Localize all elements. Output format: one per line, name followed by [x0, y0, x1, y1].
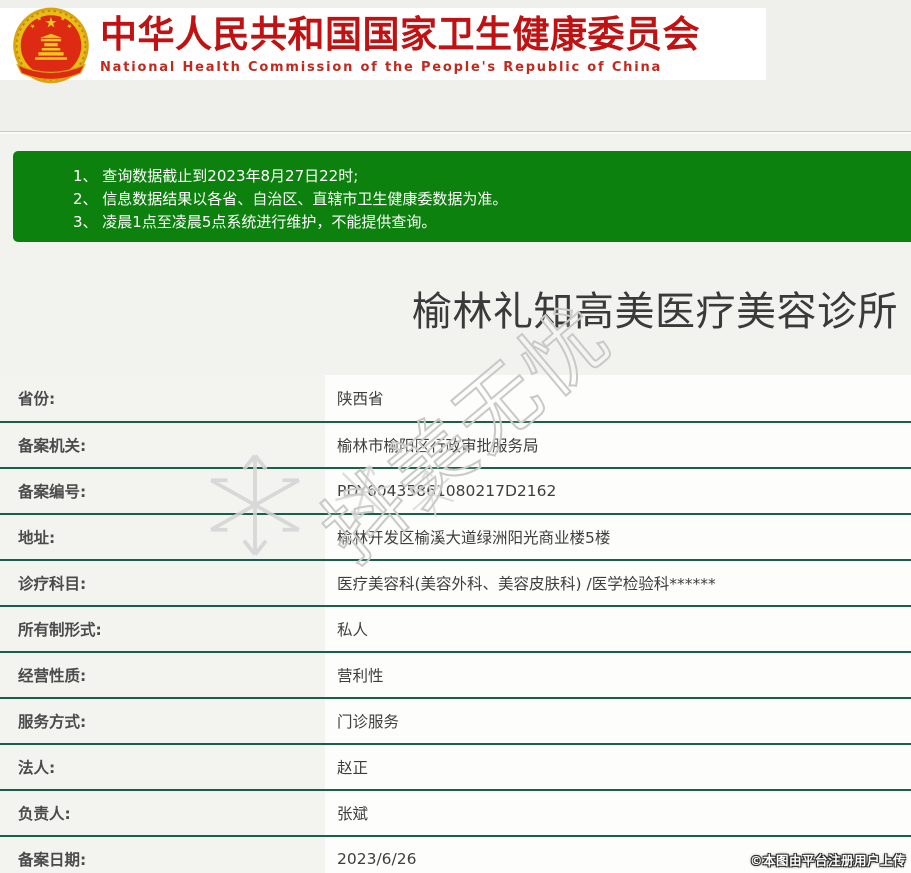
field-value: 营利性 — [325, 653, 911, 697]
notice-line-1: 1、 查询数据截止到2023年8月27日22时; — [73, 167, 359, 185]
upload-credit-label: ©本图由平台注册用户上传 — [749, 853, 906, 868]
notice-line-3: 3、 凌晨1点至凌晨5点系统进行维护，不能提供查询。 — [73, 213, 437, 231]
table-row: 地址: 榆林开发区榆溪大道绿洲阳光商业楼5楼 — [0, 513, 911, 559]
clinic-name-title: 榆林礼知高美医疗美容诊所 — [412, 289, 898, 335]
table-row: 所有制形式: 私人 — [0, 605, 911, 651]
field-label: 服务方式: — [0, 699, 325, 743]
field-label: 负责人: — [0, 791, 325, 835]
site-title-en: National Health Commission of the People… — [100, 60, 663, 75]
field-value: 陕西省 — [325, 375, 911, 421]
notice-line-2: 2、 信息数据结果以各省、自治区、直辖市卫生健康委数据为准。 — [73, 190, 508, 208]
field-value: 医疗美容科(美容外科、美容皮肤科) /医学检验科****** — [325, 561, 911, 605]
record-table: 省份: 陕西省 备案机关: 榆林市榆阳区行政审批服务局 备案编号: PDY604… — [0, 375, 911, 873]
notice-banner: 1、 查询数据截止到2023年8月27日22时; 2、 信息数据结果以各省、自治… — [13, 151, 911, 242]
field-value: 张斌 — [325, 791, 911, 835]
field-label: 备案编号: — [0, 469, 325, 513]
table-row: 法人: 赵正 — [0, 743, 911, 789]
field-label: 地址: — [0, 515, 325, 559]
table-row: 负责人: 张斌 — [0, 789, 911, 835]
field-label: 备案日期: — [0, 837, 325, 873]
site-header-logo[interactable]: 中华人民共和国国家卫生健康委员会 National Health Commiss… — [0, 7, 766, 84]
field-value: 门诊服务 — [325, 699, 911, 743]
field-label: 省份: — [0, 375, 325, 421]
field-value: 榆林开发区榆溪大道绿洲阳光商业楼5楼 — [325, 515, 911, 559]
content-area: 1、 查询数据截止到2023年8月27日22时; 2、 信息数据结果以各省、自治… — [0, 131, 911, 873]
field-label: 备案机关: — [0, 423, 325, 467]
table-row: 服务方式: 门诊服务 — [0, 697, 911, 743]
field-value: PDY60435861080217D2162 — [325, 469, 911, 513]
field-label: 经营性质: — [0, 653, 325, 697]
field-label: 所有制形式: — [0, 607, 325, 651]
field-value: 榆林市榆阳区行政审批服务局 — [325, 423, 911, 467]
table-row: 经营性质: 营利性 — [0, 651, 911, 697]
table-row: 备案编号: PDY60435861080217D2162 — [0, 467, 911, 513]
site-title-block: 中华人民共和国国家卫生健康委员会 National Health Commiss… — [100, 13, 700, 75]
site-title-cn: 中华人民共和国国家卫生健康委员会 — [100, 13, 700, 56]
national-emblem-icon — [13, 7, 89, 84]
field-label: 法人: — [0, 745, 325, 789]
table-row: 省份: 陕西省 — [0, 375, 911, 421]
field-label: 诊疗科目: — [0, 561, 325, 605]
page-root: 中华人民共和国国家卫生健康委员会 National Health Commiss… — [0, 0, 911, 873]
table-row: 备案机关: 榆林市榆阳区行政审批服务局 — [0, 421, 911, 467]
field-value: 私人 — [325, 607, 911, 651]
field-value: 赵正 — [325, 745, 911, 789]
table-row: 诊疗科目: 医疗美容科(美容外科、美容皮肤科) /医学检验科****** — [0, 559, 911, 605]
